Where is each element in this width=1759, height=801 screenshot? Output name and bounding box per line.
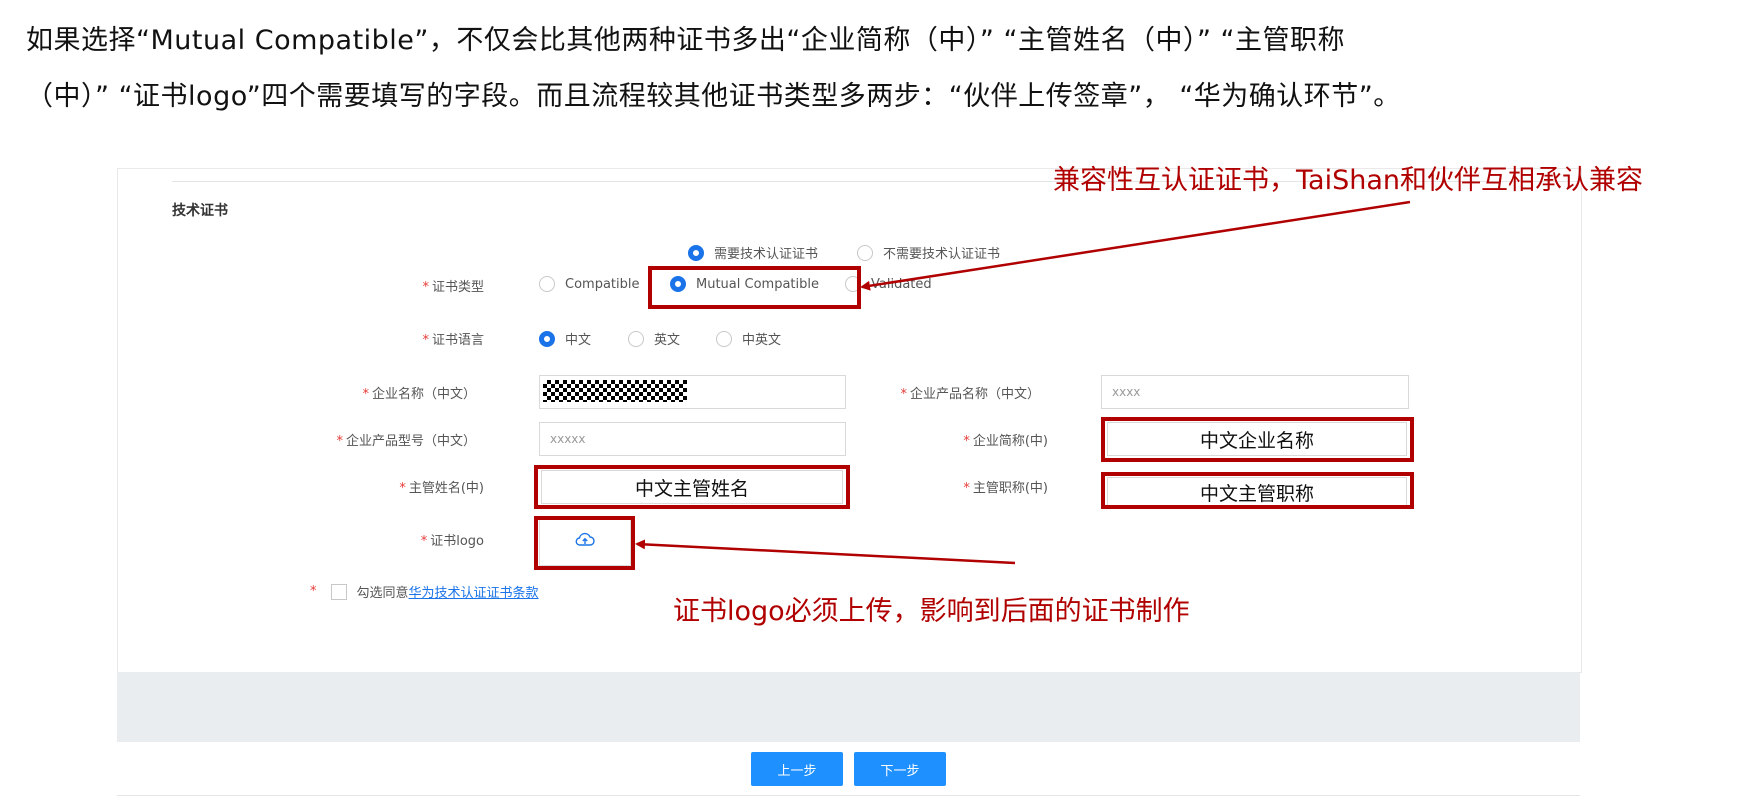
arrow-to-cert-type bbox=[860, 200, 1411, 291]
arrow-to-logo-upload bbox=[635, 539, 1016, 565]
annotation-arrows bbox=[635, 200, 1411, 565]
